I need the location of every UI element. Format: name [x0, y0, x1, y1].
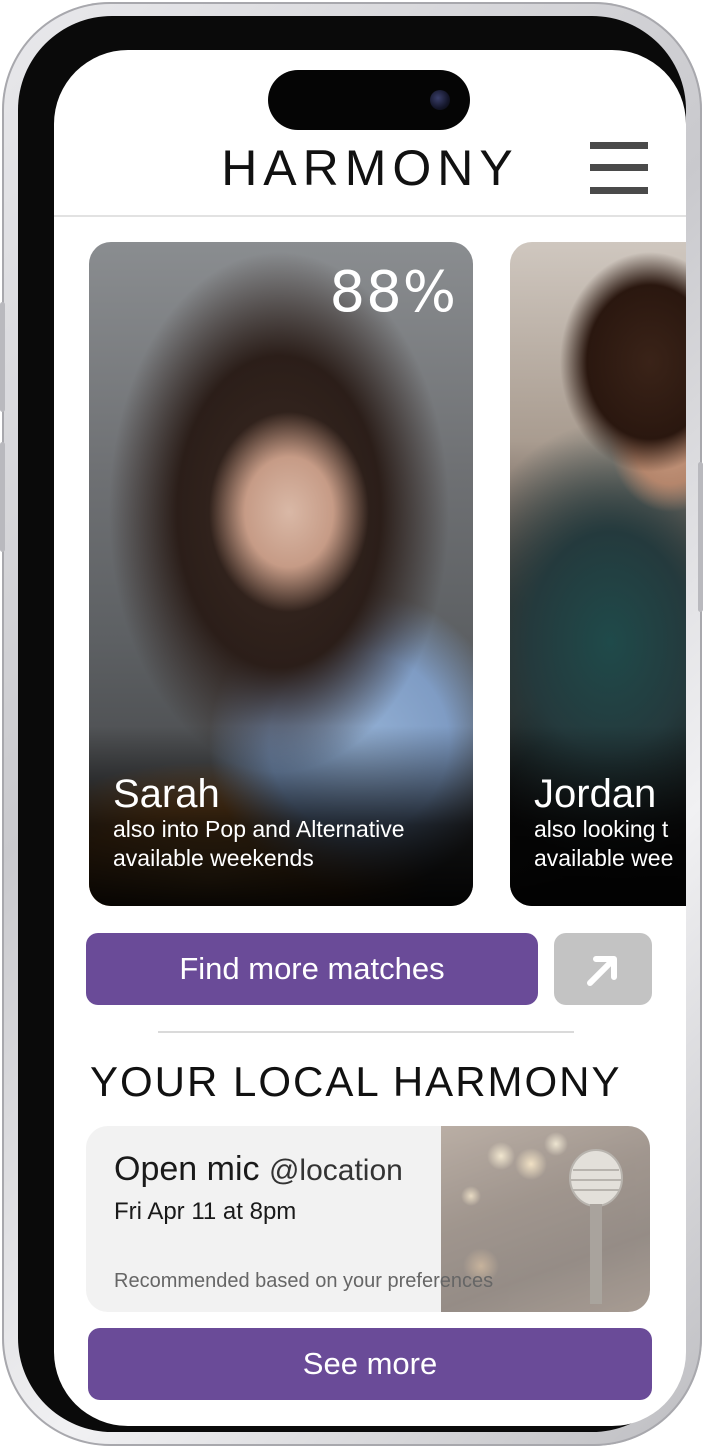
phone-power-button — [698, 462, 703, 612]
event-recommendation-note: Recommended based on your preferences — [114, 1270, 494, 1292]
event-title: Open mic @location — [114, 1150, 403, 1189]
app-screen: HARMONY 88% Sarah also into Pop and Alte… — [54, 50, 686, 1426]
event-name: Open mic — [114, 1150, 260, 1188]
find-more-matches-button[interactable]: Find more matches — [86, 933, 538, 1005]
home-indicator — [284, 1412, 456, 1418]
share-button[interactable] — [554, 933, 652, 1005]
section-title: YOUR LOCAL HARMONY — [90, 1058, 622, 1105]
match-description: also looking t — [534, 816, 669, 842]
match-percent-badge: 88% — [329, 260, 457, 325]
phone-side-button — [0, 302, 5, 412]
event-date: Fri Apr 11 at 8pm — [114, 1198, 297, 1225]
match-genres: also into Pop and Alternative — [113, 816, 405, 842]
match-name: Jordan — [534, 772, 657, 816]
hamburger-menu-icon[interactable] — [590, 142, 648, 194]
see-more-button[interactable]: See more — [88, 1328, 652, 1400]
dynamic-island — [268, 70, 470, 130]
arrow-up-right-icon — [587, 956, 617, 986]
match-availability: available wee — [534, 845, 674, 871]
event-card[interactable]: Open mic @location Fri Apr 11 at 8pm Rec… — [86, 1126, 650, 1312]
front-camera — [430, 90, 450, 110]
event-location: @location — [268, 1154, 403, 1187]
microphone-icon — [569, 1149, 623, 1304]
phone-bezel: HARMONY 88% Sarah also into Pop and Alte… — [18, 16, 686, 1432]
match-availability: available weekends — [113, 845, 314, 871]
phone-frame: HARMONY 88% Sarah also into Pop and Alte… — [0, 2, 703, 1446]
match-name: Sarah — [113, 772, 220, 816]
match-card-sarah[interactable]: 88% Sarah also into Pop and Alternative … — [89, 242, 473, 906]
phone-side-button — [0, 442, 5, 552]
header-divider — [54, 215, 686, 217]
match-card-jordan[interactable]: Jordan also looking t available wee — [510, 242, 686, 906]
section-divider — [158, 1031, 574, 1033]
